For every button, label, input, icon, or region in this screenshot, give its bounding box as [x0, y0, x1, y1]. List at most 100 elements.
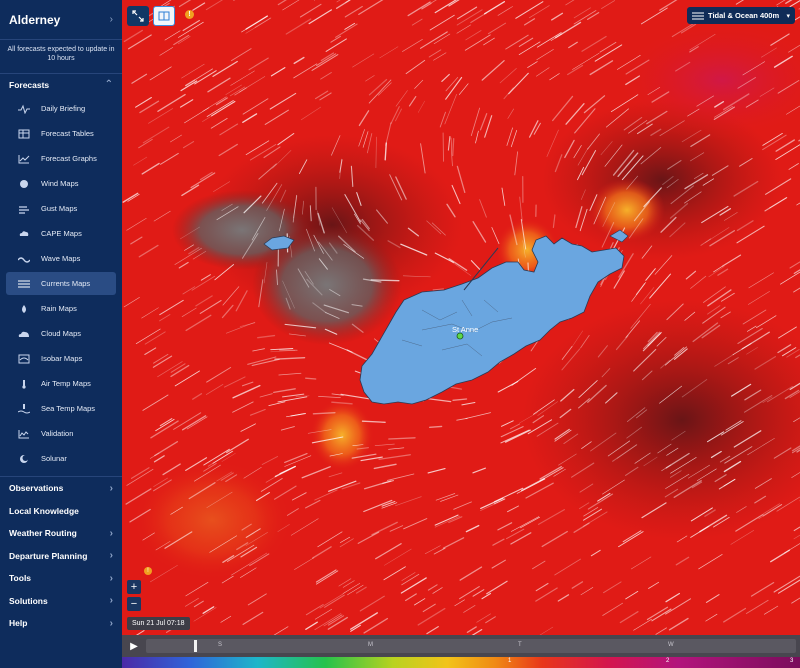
menu-item-sea-temp-maps[interactable]: Sea Temp Maps — [6, 397, 116, 420]
menu-item-label: Solunar — [41, 454, 67, 463]
chevron-right-icon: › — [109, 617, 113, 629]
menu-item-label: Isobar Maps — [41, 354, 83, 363]
chevron-right-icon: › — [109, 572, 113, 584]
menu-item-label: Daily Briefing — [41, 104, 86, 113]
layer-select-label: Tidal & Ocean 400m — [708, 11, 780, 20]
timeline-track[interactable]: SMTW — [146, 639, 796, 653]
menu-item-wind-maps[interactable]: Wind Maps — [6, 172, 116, 195]
expand-map-button[interactable] — [127, 6, 149, 26]
section-weather-routing[interactable]: Weather Routing › — [0, 522, 122, 545]
menu-item-label: Currents Maps — [41, 279, 91, 288]
timeline-day-tick: S — [218, 642, 223, 648]
chevron-up-icon: ⌃ — [104, 79, 113, 90]
menu-item-label: Forecast Graphs — [41, 154, 97, 163]
caret-down-icon: ▾ — [786, 12, 790, 20]
menu-item-label: Sea Temp Maps — [41, 404, 96, 413]
chevron-right-icon: › — [109, 595, 113, 607]
bottom-sections: Observations › Local Knowledge Weather Rout… — [0, 477, 122, 635]
sea-temp-icon — [17, 403, 31, 414]
menu-item-currents-maps[interactable]: Currents Maps — [6, 272, 116, 295]
play-button[interactable]: ▶ — [126, 638, 142, 654]
menu-item-label: Rain Maps — [41, 304, 77, 313]
chevron-right-icon: › — [109, 550, 113, 562]
isobar-icon — [17, 354, 31, 364]
menu-item-cape-maps[interactable]: CAPE Maps — [6, 222, 116, 245]
zoom-out-button[interactable]: − — [127, 597, 141, 611]
pulse-icon — [17, 104, 31, 114]
info-badge[interactable]: ! — [185, 10, 194, 19]
speed-legend: 1 2 3 — [122, 657, 800, 668]
wind-dial-icon — [17, 179, 31, 189]
timeline-handle[interactable] — [194, 640, 197, 652]
menu-item-forecast-graphs[interactable]: Forecast Graphs — [6, 147, 116, 170]
chevron-right-icon: › — [109, 14, 113, 25]
menu-item-solunar[interactable]: Solunar — [6, 447, 116, 470]
section-label: Help — [9, 618, 28, 629]
section-label: Solutions — [9, 595, 48, 606]
menu-item-forecast-tables[interactable]: Forecast Tables — [6, 122, 116, 145]
timeline-bar: ▶ S M T W — [122, 635, 800, 657]
chevron-right-icon: › — [109, 482, 113, 494]
expand-icon — [132, 10, 144, 22]
menu-item-validation[interactable]: Validation — [6, 422, 116, 445]
town-label: St Anne — [452, 325, 478, 334]
wave-icon — [17, 254, 31, 264]
play-icon: ▶ — [130, 640, 138, 652]
update-note: All forecasts expected to update in 10 h… — [7, 46, 115, 62]
warning-badge[interactable]: ! — [144, 567, 152, 575]
menu-item-gust-maps[interactable]: Gust Maps — [6, 197, 116, 220]
section-solutions[interactable]: Solutions › — [0, 590, 122, 613]
legend-value: 3 — [790, 658, 794, 664]
solunar-icon — [17, 454, 31, 464]
menu-item-label: Validation — [41, 429, 74, 438]
menu-item-isobar-maps[interactable]: Isobar Maps — [6, 347, 116, 370]
menu-item-rain-maps[interactable]: Rain Maps — [6, 297, 116, 320]
timeline-day-tick: W — [668, 642, 674, 648]
timeline-day-tick: T — [518, 642, 522, 648]
currents-icon — [17, 279, 31, 289]
chevron-right-icon: › — [109, 527, 113, 539]
validation-chart-icon — [17, 429, 31, 439]
sidebar: Alderney › All forecasts expected to upd… — [0, 0, 122, 668]
legend-value: 2 — [666, 658, 670, 664]
currents-layer-icon — [692, 12, 704, 19]
rain-drop-icon — [17, 304, 31, 314]
forecast-time-label: Sun 21 Jul 07:18 — [127, 617, 190, 630]
menu-item-daily-briefing[interactable]: Daily Briefing — [6, 97, 116, 120]
layer-select[interactable]: Tidal & Ocean 400m ▾ — [687, 7, 795, 24]
forecast-menu: Daily Briefing Forecast Tables Forecast Gr… — [0, 97, 122, 470]
split-view-icon — [158, 11, 170, 21]
menu-item-label: Wave Maps — [41, 254, 81, 263]
location-header[interactable]: Alderney › — [0, 0, 122, 40]
section-forecasts-label: Forecasts — [9, 79, 50, 90]
split-view-button[interactable] — [153, 6, 175, 26]
cape-cloud-icon — [17, 229, 31, 239]
cloud-icon — [17, 329, 31, 339]
section-label: Weather Routing — [9, 528, 77, 539]
zoom-in-button[interactable]: + — [127, 580, 141, 594]
thermometer-icon — [17, 379, 31, 389]
section-label: Tools — [9, 573, 32, 584]
section-label: Departure Planning — [9, 550, 88, 561]
timeline-day-tick: M — [368, 642, 373, 648]
menu-item-label: CAPE Maps — [41, 229, 82, 238]
section-label: Local Knowledge — [9, 505, 79, 516]
location-title: Alderney — [9, 12, 61, 27]
menu-item-label: Wind Maps — [41, 179, 79, 188]
menu-item-label: Air Temp Maps — [41, 379, 91, 388]
gust-icon — [17, 204, 31, 214]
menu-item-label: Cloud Maps — [41, 329, 82, 338]
table-icon — [17, 129, 31, 139]
graph-icon — [17, 154, 31, 164]
current-field[interactable]: St Anne — [122, 0, 800, 668]
currents-map[interactable]: St Anne ! Tidal & Ocean 400m ▾ ! + − Sun… — [122, 0, 800, 668]
section-departure-planning[interactable]: Departure Planning › — [0, 545, 122, 568]
section-observations[interactable]: Observations › — [0, 477, 122, 500]
menu-item-air-temp-maps[interactable]: Air Temp Maps — [6, 372, 116, 395]
section-local-knowledge[interactable]: Local Knowledge — [0, 500, 122, 523]
menu-item-wave-maps[interactable]: Wave Maps — [6, 247, 116, 270]
section-tools[interactable]: Tools › — [0, 567, 122, 590]
section-help[interactable]: Help › — [0, 612, 122, 635]
section-forecasts[interactable]: Forecasts ⌃ — [0, 73, 122, 95]
menu-item-cloud-maps[interactable]: Cloud Maps — [6, 322, 116, 345]
